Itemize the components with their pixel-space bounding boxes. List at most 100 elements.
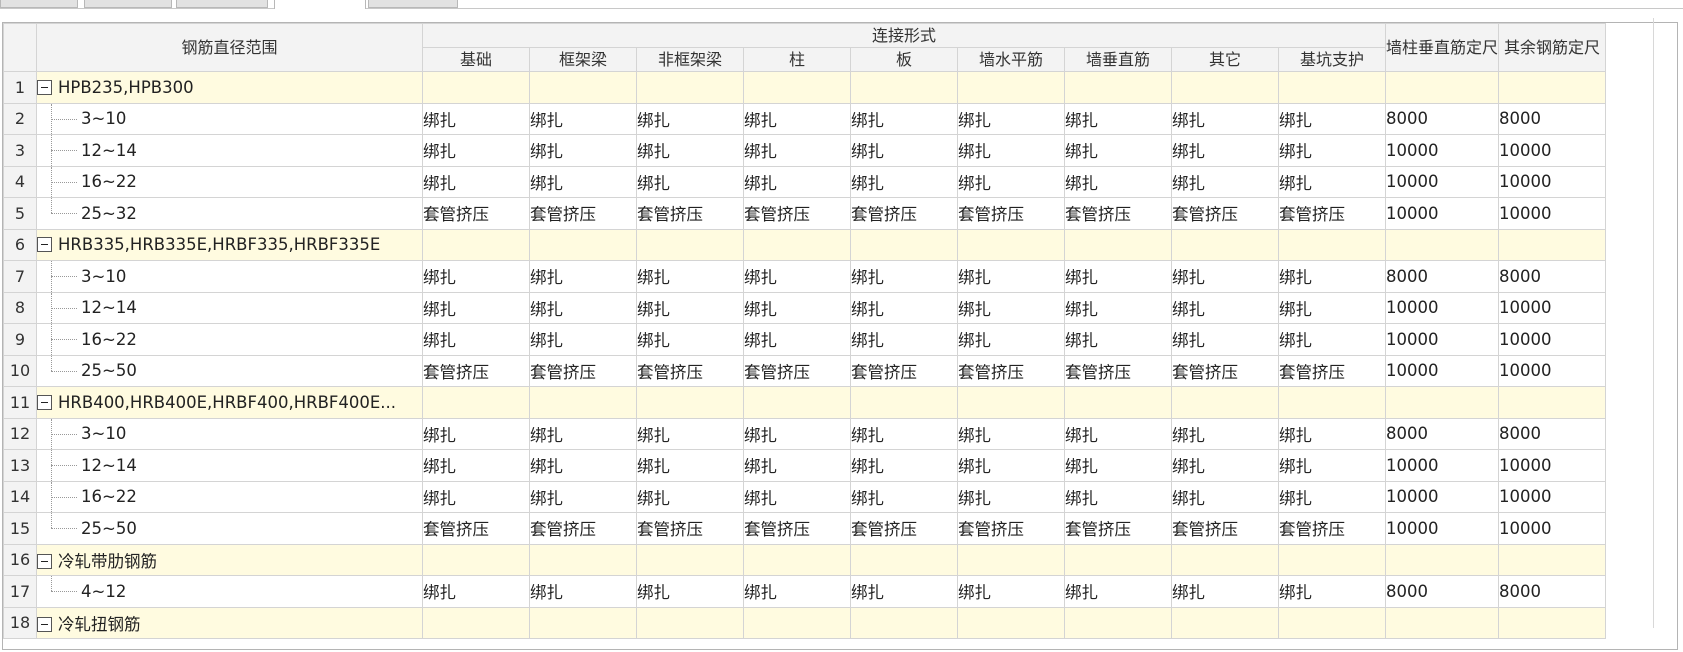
- header-connection-col[interactable]: 基坑支护: [1278, 47, 1386, 72]
- connection-type-cell[interactable]: 绑扎: [529, 575, 637, 608]
- fixed-length-cell[interactable]: 8000: [1384, 102, 1500, 135]
- connection-type-cell[interactable]: [743, 71, 851, 104]
- connection-type-cell[interactable]: 套管挤压: [1171, 197, 1279, 230]
- group-row[interactable]: 11 HRB400,HRB400E,HRBF400,HRBF400E...: [3, 386, 1607, 419]
- connection-type-cell[interactable]: 绑扎: [1278, 134, 1386, 167]
- diameter-range-cell[interactable]: 16~22: [36, 480, 423, 513]
- connection-type-cell[interactable]: 绑扎: [850, 260, 958, 293]
- connection-type-cell[interactable]: 绑扎: [1064, 575, 1172, 608]
- connection-type-cell[interactable]: 套管挤压: [529, 197, 637, 230]
- table-row[interactable]: 12 3~10 绑扎 绑扎 绑扎 绑扎 绑扎 绑扎 绑扎 绑扎 绑扎 8000 8000: [3, 417, 1607, 450]
- connection-type-cell[interactable]: 绑扎: [636, 480, 744, 513]
- connection-type-cell[interactable]: 绑扎: [636, 134, 744, 167]
- connection-type-cell[interactable]: 套管挤压: [1171, 512, 1279, 545]
- connection-type-cell[interactable]: [1171, 543, 1279, 576]
- connection-type-cell[interactable]: 绑扎: [1171, 575, 1279, 608]
- connection-type-cell[interactable]: 绑扎: [850, 102, 958, 135]
- connection-type-cell[interactable]: 套管挤压: [529, 512, 637, 545]
- connection-type-cell[interactable]: 绑扎: [1171, 417, 1279, 450]
- connection-type-cell[interactable]: [1171, 606, 1279, 639]
- connection-type-cell[interactable]: 绑扎: [1064, 102, 1172, 135]
- group-row[interactable]: 18 冷轧扭钢筋: [3, 606, 1607, 639]
- connection-type-cell[interactable]: [422, 606, 530, 639]
- fixed-length-cell[interactable]: [1498, 228, 1607, 261]
- connection-type-cell[interactable]: 绑扎: [1064, 417, 1172, 450]
- connection-type-cell[interactable]: 绑扎: [422, 134, 530, 167]
- connection-type-cell[interactable]: [957, 606, 1065, 639]
- fixed-length-cell[interactable]: [1498, 543, 1607, 576]
- connection-type-cell[interactable]: [422, 228, 530, 261]
- connection-type-cell[interactable]: 绑扎: [957, 291, 1065, 324]
- connection-type-cell[interactable]: 绑扎: [422, 417, 530, 450]
- header-connection-col[interactable]: 板: [850, 47, 958, 72]
- connection-type-cell[interactable]: [1278, 228, 1386, 261]
- connection-type-cell[interactable]: [529, 606, 637, 639]
- connection-type-cell[interactable]: 绑扎: [1278, 291, 1386, 324]
- connection-type-cell[interactable]: 套管挤压: [1278, 354, 1386, 387]
- connection-type-cell[interactable]: 套管挤压: [957, 512, 1065, 545]
- connection-type-cell[interactable]: [1278, 71, 1386, 104]
- diameter-range-cell[interactable]: 3~10: [36, 260, 423, 293]
- connection-type-cell[interactable]: 绑扎: [1064, 165, 1172, 198]
- row-number[interactable]: 3: [3, 134, 37, 167]
- connection-type-cell[interactable]: 绑扎: [1278, 323, 1386, 356]
- fixed-length-cell[interactable]: 8000: [1498, 260, 1607, 293]
- table-row[interactable]: 9 16~22 绑扎 绑扎 绑扎 绑扎 绑扎 绑扎 绑扎 绑扎 绑扎 10000 10000: [3, 323, 1607, 356]
- diameter-range-cell[interactable]: 12~14: [36, 449, 423, 482]
- connection-type-cell[interactable]: [529, 71, 637, 104]
- connection-type-cell[interactable]: 绑扎: [850, 291, 958, 324]
- tab-2[interactable]: [84, 0, 172, 8]
- connection-type-cell[interactable]: 套管挤压: [743, 197, 851, 230]
- header-connection-col[interactable]: 柱: [743, 47, 851, 72]
- table-row[interactable]: 2 3~10 绑扎 绑扎 绑扎 绑扎 绑扎 绑扎 绑扎 绑扎 绑扎 8000 8000: [3, 102, 1607, 135]
- fixed-length-cell[interactable]: [1384, 543, 1500, 576]
- connection-type-cell[interactable]: [1064, 228, 1172, 261]
- fixed-length-cell[interactable]: [1498, 386, 1607, 419]
- connection-type-cell[interactable]: 绑扎: [529, 417, 637, 450]
- connection-type-cell[interactable]: [957, 386, 1065, 419]
- diameter-range-cell[interactable]: 25~50: [36, 512, 423, 545]
- connection-type-cell[interactable]: 绑扎: [422, 260, 530, 293]
- fixed-length-cell[interactable]: 10000: [1498, 480, 1607, 513]
- connection-type-cell[interactable]: [529, 543, 637, 576]
- row-number[interactable]: 12: [3, 417, 37, 450]
- fixed-length-cell[interactable]: 10000: [1384, 480, 1500, 513]
- connection-type-cell[interactable]: 绑扎: [529, 260, 637, 293]
- fixed-length-cell[interactable]: 10000: [1384, 354, 1500, 387]
- connection-type-cell[interactable]: 绑扎: [743, 291, 851, 324]
- header-connection-col[interactable]: 非框架梁: [636, 47, 744, 72]
- connection-type-cell[interactable]: 绑扎: [743, 165, 851, 198]
- connection-type-cell[interactable]: [636, 386, 744, 419]
- connection-type-cell[interactable]: 绑扎: [1278, 417, 1386, 450]
- connection-type-cell[interactable]: 绑扎: [422, 449, 530, 482]
- grid-corner[interactable]: [3, 23, 37, 72]
- table-row[interactable]: 13 12~14 绑扎 绑扎 绑扎 绑扎 绑扎 绑扎 绑扎 绑扎 绑扎 10000 10000: [3, 449, 1607, 482]
- fixed-length-cell[interactable]: [1384, 228, 1500, 261]
- connection-type-cell[interactable]: 绑扎: [850, 134, 958, 167]
- table-row[interactable]: 10 25~50 套管挤压 套管挤压 套管挤压 套管挤压 套管挤压 套管挤压 套管挤压 套管挤压套…: [3, 354, 1607, 387]
- connection-type-cell[interactable]: [422, 71, 530, 104]
- connection-type-cell[interactable]: 套管挤压: [636, 512, 744, 545]
- connection-type-cell[interactable]: 绑扎: [1064, 449, 1172, 482]
- fixed-length-cell[interactable]: 10000: [1498, 291, 1607, 324]
- connection-type-cell[interactable]: 绑扎: [743, 449, 851, 482]
- connection-type-cell[interactable]: [1064, 543, 1172, 576]
- connection-type-cell[interactable]: 绑扎: [743, 480, 851, 513]
- connection-type-cell[interactable]: 绑扎: [529, 291, 637, 324]
- connection-type-cell[interactable]: 绑扎: [1171, 449, 1279, 482]
- connection-type-cell[interactable]: 绑扎: [957, 480, 1065, 513]
- vertical-scrollbar[interactable]: [1653, 18, 1659, 628]
- connection-type-cell[interactable]: 绑扎: [1278, 165, 1386, 198]
- row-number[interactable]: 13: [3, 449, 37, 482]
- connection-type-cell[interactable]: 绑扎: [957, 323, 1065, 356]
- connection-type-cell[interactable]: 套管挤压: [1278, 197, 1386, 230]
- connection-type-cell[interactable]: [529, 228, 637, 261]
- collapse-icon[interactable]: [37, 394, 52, 410]
- connection-type-cell[interactable]: 套管挤压: [422, 197, 530, 230]
- connection-type-cell[interactable]: 套管挤压: [850, 197, 958, 230]
- row-number[interactable]: 17: [3, 575, 37, 608]
- collapse-icon[interactable]: [37, 79, 52, 95]
- fixed-length-cell[interactable]: 10000: [1384, 512, 1500, 545]
- connection-type-cell[interactable]: 套管挤压: [529, 354, 637, 387]
- connection-type-cell[interactable]: 绑扎: [1064, 323, 1172, 356]
